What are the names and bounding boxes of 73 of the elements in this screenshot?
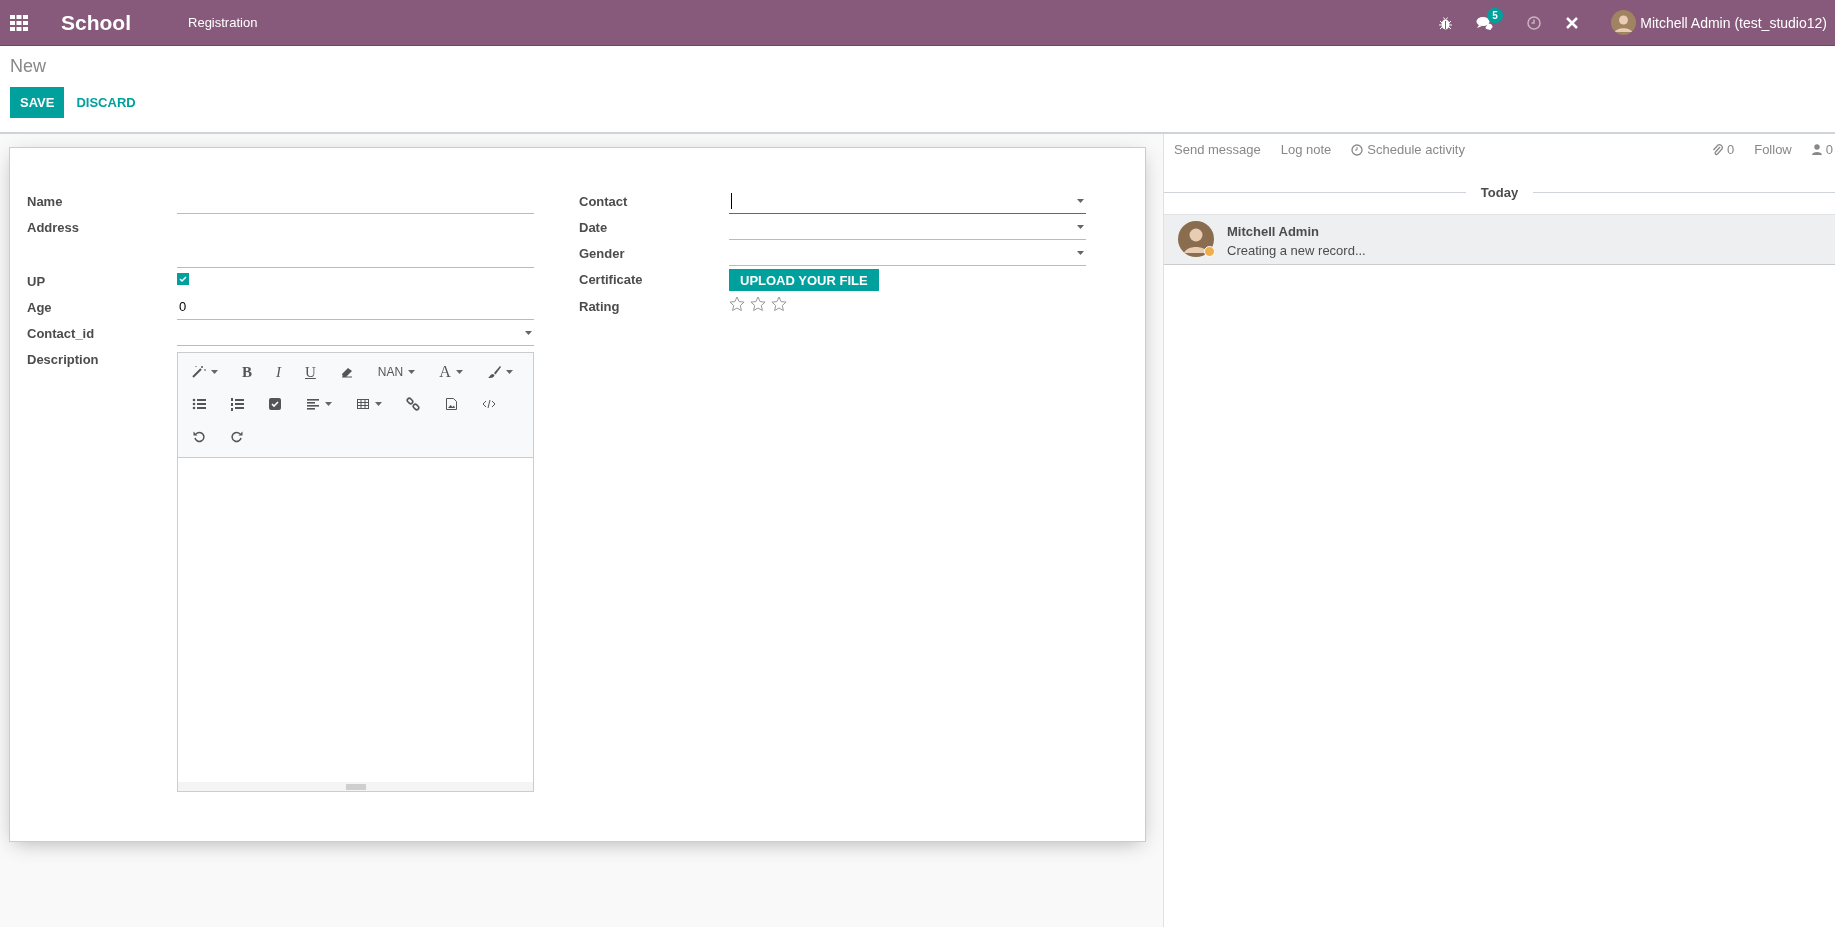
align-left-icon [306,397,320,411]
paperclip-icon[interactable] [1711,143,1723,156]
numbered-list-icon [230,397,244,411]
user-icon[interactable] [1811,144,1822,155]
field-label: UP [27,273,47,291]
image-icon [444,397,458,411]
brush-icon [486,365,501,379]
discard-button[interactable]: DISCARD [66,87,146,118]
upload-button[interactable]: UPLOAD YOUR FILE [729,269,879,291]
redo-icon [230,429,244,443]
field-label: Certificate [579,271,644,289]
link-icon [406,397,420,411]
star-icon[interactable] [750,296,766,312]
star-icon[interactable] [729,296,745,312]
chat-icon[interactable] [1476,15,1494,30]
code-icon [482,397,496,411]
user-name[interactable]: Mitchell Admin (test_studio12) [1640,14,1827,31]
field-label: Gender [579,245,626,263]
avatar-icon[interactable] [1611,10,1637,35]
caret-icon [211,370,218,374]
caret-icon [505,370,513,374]
notification-badge: 5 [1487,7,1503,23]
table-icon [356,397,370,411]
text-field[interactable]: 0 [177,294,534,320]
field-label: Rating [579,298,621,316]
resize-handle-icon[interactable] [345,783,366,790]
italic-button[interactable]: I [270,363,287,381]
eraser-icon [339,365,354,379]
field-label: Contact [579,193,629,211]
schedule-activity-link[interactable]: Schedule activity [1367,142,1465,157]
caret-icon [525,330,532,335]
menu-item[interactable]: Registration [188,15,258,30]
status-dot [1204,246,1215,257]
clock-icon [1351,143,1364,156]
caret-icon [455,370,463,374]
log-note-link[interactable]: Log note [1280,142,1332,157]
magic-wand-icon [192,365,206,379]
bold-button[interactable]: B [236,363,258,381]
follower-count[interactable]: 0 [1825,142,1833,157]
caret-icon [1077,224,1084,229]
caret-icon [1077,198,1084,203]
clock-icon[interactable] [1527,15,1542,30]
app-title: School [61,10,131,35]
caret-icon [408,370,416,374]
checkbox[interactable] [177,273,189,285]
follow-link[interactable]: Follow [1754,142,1792,157]
message-body: Creating a new record... [1227,243,1366,258]
caret-icon [325,402,332,406]
font-size-dropdown[interactable]: NAN [371,365,422,379]
caret-icon [375,402,382,406]
field-label: Date [579,219,609,237]
rich-text-editor[interactable]: B I U NAN A [177,352,534,792]
send-message-link[interactable]: Send message [1174,142,1261,157]
bug-icon[interactable] [1439,15,1453,30]
field-label: Age [27,299,53,317]
field-label: Contact_id [27,325,96,343]
star-icon[interactable] [771,296,787,312]
message-author: Mitchell Admin [1227,224,1320,239]
caret-icon [1077,250,1084,255]
avatar-icon [1178,221,1214,257]
underline-button[interactable]: U [299,363,322,381]
attachment-count[interactable]: 0 [1726,142,1735,157]
undo-icon [192,429,206,443]
field-label: Description [27,351,100,369]
checkbox-icon [268,397,282,411]
breadcrumb: New [10,56,46,77]
bullet-list-icon [192,397,206,411]
date-separator: Today [1480,185,1519,200]
apps-menu-icon[interactable] [10,14,28,31]
field-label: Address [27,219,81,237]
field-label: Name [27,193,64,211]
save-button[interactable]: SAVE [10,87,65,118]
font-color-dropdown[interactable]: A [433,363,469,381]
